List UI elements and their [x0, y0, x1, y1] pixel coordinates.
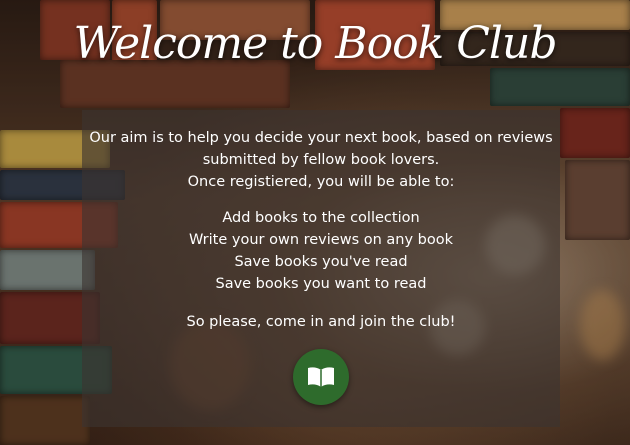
landing-page: Welcome to Book Club Our aim is to help …: [0, 0, 630, 445]
page-title: Welcome to Book Club: [73, 18, 558, 69]
intro-text: Our aim is to help you decide your next …: [82, 127, 560, 193]
open-book-icon: [308, 367, 334, 387]
info-panel: Our aim is to help you decide your next …: [82, 110, 560, 427]
closing-text: So please, come in and join the club!: [82, 311, 560, 333]
intro-line: Once registiered, you will be able to:: [187, 174, 455, 190]
feature-item: Save books you want to read: [215, 276, 427, 292]
join-club-button[interactable]: [293, 349, 349, 405]
intro-line: submitted by fellow book lovers.: [202, 152, 440, 168]
intro-line: Our aim is to help you decide your next …: [89, 130, 553, 146]
closing-line: So please, come in and join the club!: [186, 314, 456, 330]
feature-item: Save books you've read: [234, 254, 408, 270]
feature-item: Add books to the collection: [222, 210, 420, 226]
feature-list: Add books to the collection Write your o…: [82, 207, 560, 295]
feature-item: Write your own reviews on any book: [188, 232, 454, 248]
